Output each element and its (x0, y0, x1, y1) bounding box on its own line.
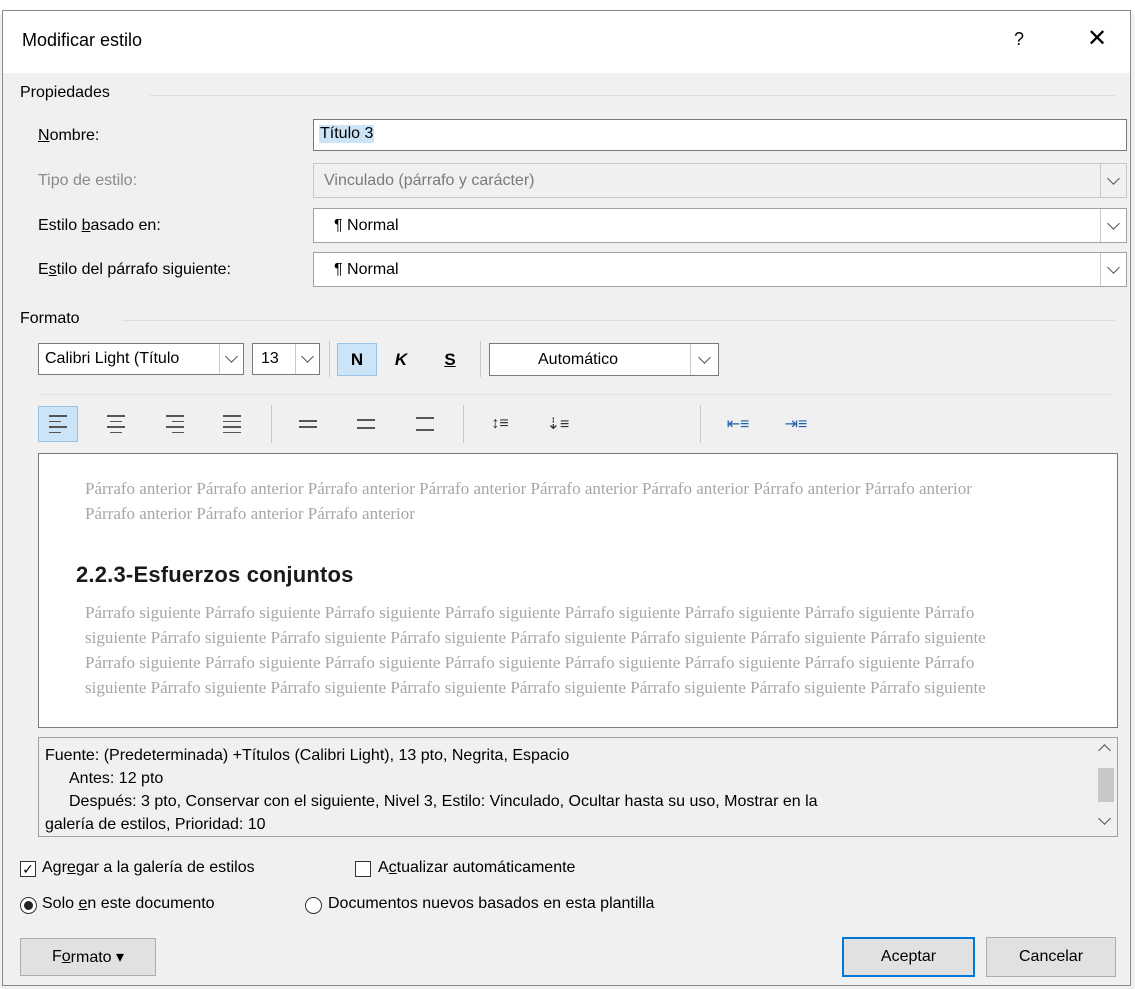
add-to-gallery-label[interactable]: Agregar a la galería de estilos (42, 859, 255, 877)
scroll-down-icon[interactable] (1098, 812, 1111, 825)
next-style-value: ¶ Normal (334, 260, 399, 278)
style-type-value: Vinculado (párrafo y carácter) (324, 171, 535, 189)
scroll-thumb[interactable] (1098, 768, 1114, 802)
close-button[interactable]: ✕ (1082, 24, 1112, 54)
style-type-label: Tipo de estilo: (38, 172, 138, 189)
one-half-spacing-icon (357, 416, 375, 432)
chevron-down-icon[interactable] (690, 344, 718, 375)
help-button[interactable]: ? (1004, 24, 1034, 54)
toolbar-separator (329, 341, 330, 377)
description-line: Fuente: (Predeterminada) +Títulos (Calib… (45, 747, 570, 764)
increase-spacing-button[interactable]: ↕≡ (480, 406, 520, 442)
dialog-title: Modificar estilo (22, 30, 143, 50)
properties-divider (150, 95, 1115, 96)
new-documents-label[interactable]: Documentos nuevos basados en esta planti… (328, 895, 654, 913)
italic-button[interactable]: K (384, 343, 418, 376)
properties-group-label: Propiedades (20, 84, 110, 101)
decrease-spacing-button[interactable]: ⇣≡ (538, 406, 578, 442)
justify-icon (223, 413, 241, 435)
double-spacing-icon (416, 412, 434, 436)
description-line: Antes: 12 pto (69, 770, 164, 787)
description-line: Después: 3 pto, Conservar con el siguien… (69, 793, 818, 810)
based-on-value: ¶ Normal (334, 216, 399, 234)
chevron-down-icon[interactable] (295, 344, 319, 374)
style-description: Fuente: (Predeterminada) +Títulos (Calib… (38, 737, 1118, 837)
based-on-label: Estilo basado en: (38, 217, 161, 234)
decrease-indent-icon: ⇤≡ (726, 416, 750, 433)
increase-indent-button[interactable]: ⇥≡ (776, 406, 816, 442)
preview-heading: 2.2.3-Esfuerzos conjuntos (76, 562, 354, 587)
name-field-value: Título 3 (319, 125, 375, 143)
font-name-select[interactable]: Calibri Light (Título (38, 343, 244, 375)
align-left-icon (49, 413, 67, 435)
chevron-down-icon[interactable] (1100, 253, 1126, 286)
next-style-label: Estilo del párrafo siguiente: (38, 261, 231, 278)
single-spacing-button[interactable] (288, 406, 328, 442)
align-left-button[interactable] (38, 406, 78, 442)
style-preview: Párrafo anterior Párrafo anterior Párraf… (38, 453, 1118, 728)
toolbar-divider (38, 394, 1115, 395)
format-group-label: Formato (20, 310, 80, 327)
underline-button[interactable]: S (433, 343, 467, 376)
toolbar-separator (463, 405, 464, 443)
description-text: Fuente: (Predeterminada) +Títulos (Calib… (45, 744, 1085, 836)
only-this-document-radio[interactable] (20, 897, 37, 914)
toolbar-separator (271, 405, 272, 443)
preview-next-paragraph: Párrafo siguiente Párrafo siguiente Párr… (85, 603, 986, 697)
scroll-up-icon[interactable] (1098, 744, 1111, 757)
align-right-icon (166, 413, 184, 435)
double-spacing-button[interactable] (405, 406, 445, 442)
font-color-select[interactable]: Automático (489, 343, 719, 376)
chevron-down-icon[interactable] (1100, 209, 1126, 242)
next-style-select[interactable]: ¶ Normal (313, 252, 1127, 287)
align-center-icon (107, 413, 125, 435)
add-to-gallery-checkbox[interactable]: ✓ (20, 861, 36, 877)
increase-paragraph-spacing-icon: ↕≡ (491, 415, 509, 432)
new-documents-radio[interactable] (305, 897, 322, 914)
font-size-select[interactable]: 13 (252, 343, 320, 375)
chevron-down-icon[interactable] (219, 344, 243, 374)
justify-button[interactable] (212, 406, 252, 442)
auto-update-label[interactable]: Actualizar automáticamente (378, 859, 575, 877)
format-divider (122, 320, 1115, 321)
align-center-button[interactable] (96, 406, 136, 442)
cancel-button[interactable]: Cancelar (986, 937, 1116, 977)
decrease-indent-button[interactable]: ⇤≡ (718, 406, 758, 442)
font-color-value: Automático (538, 350, 619, 368)
style-type-select: Vinculado (párrafo y carácter) (313, 163, 1127, 198)
radio-selected-dot (24, 901, 33, 910)
one-half-spacing-button[interactable] (346, 406, 386, 442)
format-menu-button[interactable]: Fo rmato ▾ (20, 938, 156, 976)
toolbar-separator (700, 405, 701, 443)
checkmark-icon: ✓ (22, 861, 34, 877)
font-name-value: Calibri Light (Título (45, 350, 180, 367)
only-this-document-label[interactable]: Solo en este documento (42, 895, 215, 913)
bold-button[interactable]: N (337, 343, 377, 376)
name-label: Nombre: (38, 127, 100, 144)
description-line: galería de estilos, Prioridad: 10 (45, 816, 266, 833)
accept-button[interactable]: Aceptar (842, 937, 975, 977)
description-scrollbar[interactable] (1095, 738, 1117, 836)
font-size-value: 13 (261, 350, 279, 367)
align-right-button[interactable] (155, 406, 195, 442)
title-bar (3, 11, 1130, 73)
decrease-paragraph-spacing-icon: ⇣≡ (546, 416, 570, 433)
chevron-down-icon (1100, 164, 1126, 197)
auto-update-checkbox[interactable] (355, 861, 371, 877)
name-field[interactable]: Título 3 (313, 119, 1127, 151)
increase-indent-icon: ⇥≡ (784, 416, 808, 433)
single-spacing-icon (299, 418, 317, 430)
preview-previous-paragraph: Párrafo anterior Párrafo anterior Párraf… (85, 479, 972, 523)
based-on-select[interactable]: ¶ Normal (313, 208, 1127, 243)
toolbar-separator (480, 341, 481, 377)
